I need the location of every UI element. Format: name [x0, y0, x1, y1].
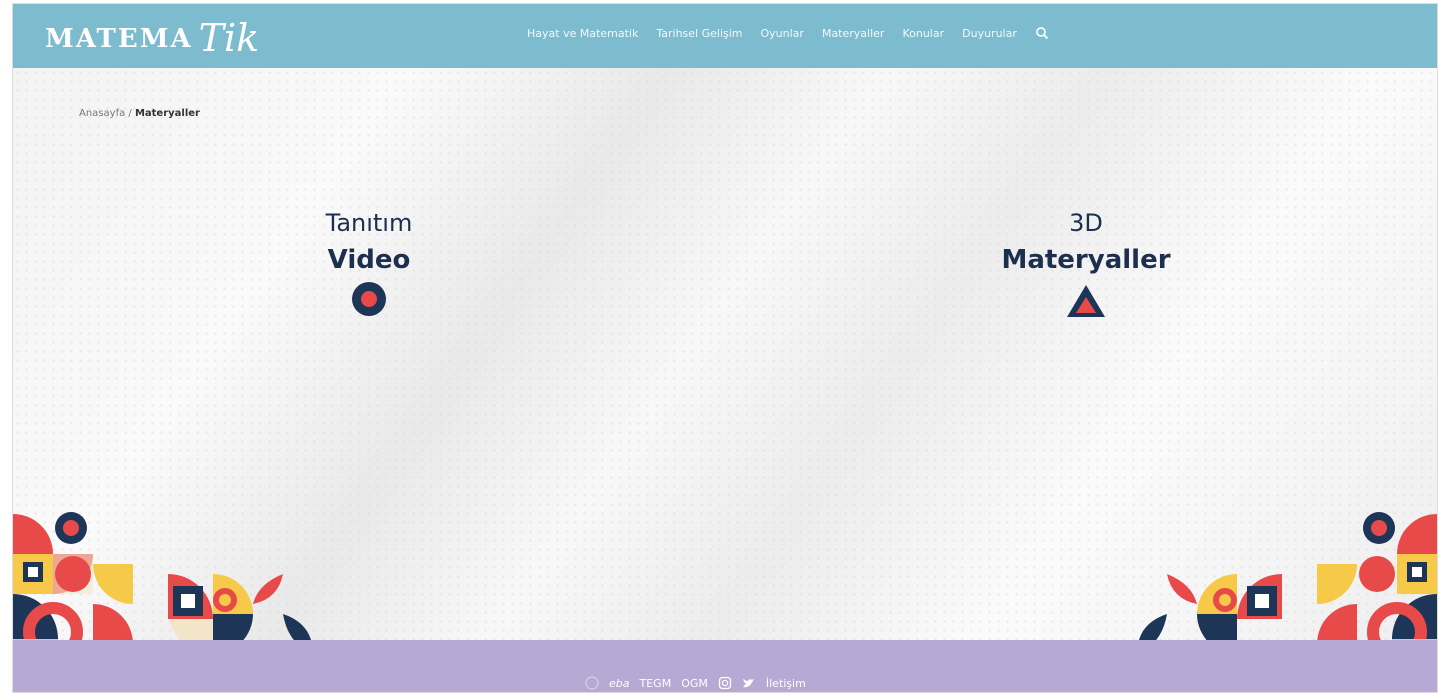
- site-header: MATEMA Tik Hayat ve Matematik Tarihsel G…: [13, 4, 1437, 68]
- main-nav: Hayat ve Matematik Tarihsel Gelişim Oyun…: [527, 26, 1049, 40]
- main-content: Anasayfa / Materyaller Tanıtım Video 3D …: [13, 68, 1437, 692]
- footer-links: eba TEGM OGM İletişim: [585, 676, 806, 690]
- site-footer: eba TEGM OGM İletişim: [13, 640, 1437, 692]
- card-title-bottom: Materyaller: [1001, 245, 1171, 275]
- breadcrumb: Anasayfa / Materyaller: [79, 108, 200, 119]
- footer-link-iletisim[interactable]: İletişim: [766, 677, 806, 690]
- logo-script: Tik: [198, 16, 260, 60]
- nav-duyurular[interactable]: Duyurular: [962, 27, 1017, 40]
- site-logo[interactable]: MATEMA Tik: [45, 14, 259, 58]
- nav-hayat-ve-matematik[interactable]: Hayat ve Matematik: [527, 27, 638, 40]
- nav-oyunlar[interactable]: Oyunlar: [761, 27, 804, 40]
- triangle-icon: [1067, 285, 1105, 317]
- circle-icon: [352, 282, 386, 316]
- instagram-icon[interactable]: [718, 676, 732, 690]
- card-title-top: Tanıtım: [325, 209, 413, 237]
- nav-konular[interactable]: Konular: [902, 27, 944, 40]
- card-title-bottom: Video: [327, 245, 411, 275]
- card-tanitim-video[interactable]: Tanıtım Video: [294, 206, 444, 316]
- card-title-top: 3D: [1069, 209, 1103, 237]
- breadcrumb-current: Materyaller: [134, 108, 200, 119]
- breadcrumb-separator: /: [125, 108, 135, 119]
- twitter-icon[interactable]: [742, 676, 756, 690]
- footer-link-tegm[interactable]: TEGM: [640, 677, 672, 690]
- logo-text: MATEMA: [45, 24, 193, 54]
- meb-logo-icon[interactable]: [585, 676, 599, 690]
- nav-tarihsel-gelisim[interactable]: Tarihsel Gelişim: [656, 27, 742, 40]
- footer-link-ogm[interactable]: OGM: [681, 677, 708, 690]
- search-icon[interactable]: [1035, 26, 1049, 40]
- page-frame: MATEMA Tik Hayat ve Matematik Tarihsel G…: [12, 3, 1438, 693]
- footer-link-eba[interactable]: eba: [609, 677, 630, 690]
- card-3d-materyaller[interactable]: 3D Materyaller: [971, 206, 1201, 318]
- nav-materyaller[interactable]: Materyaller: [822, 27, 885, 40]
- breadcrumb-home[interactable]: Anasayfa: [79, 108, 125, 119]
